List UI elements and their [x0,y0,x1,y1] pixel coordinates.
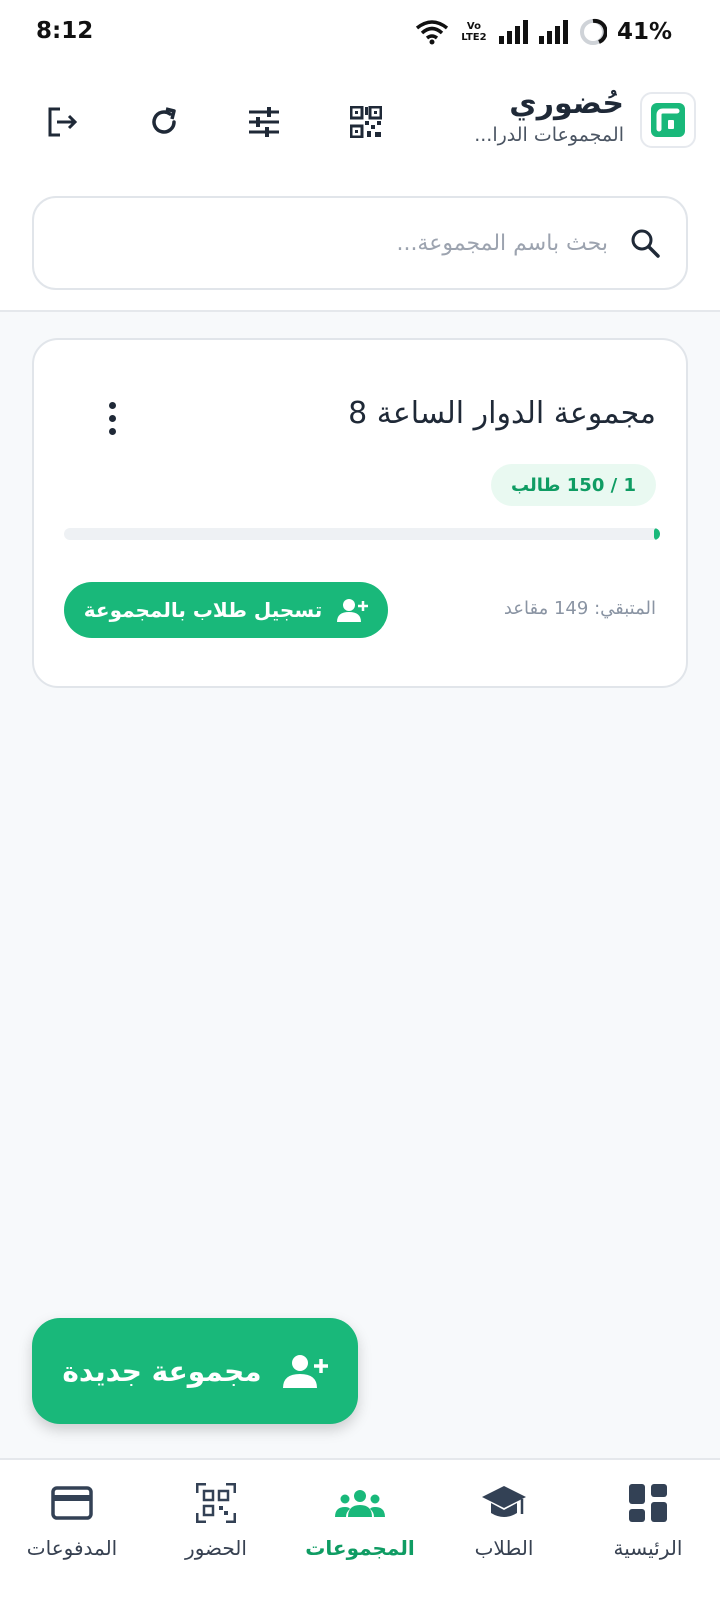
nav-label-payments: المدفوعات [26,1536,118,1560]
more-dot-icon [108,427,116,435]
add-user-icon [282,1355,328,1388]
search-box[interactable] [32,196,688,290]
nav-label-students: الطلاب [474,1536,534,1560]
remaining-seats: المتبقي: 149 مقاعد [503,598,656,619]
bottom-nav: الرئيسية الطلاب المجموعات الحضور المدفوع… [0,1458,720,1612]
nav-item-students[interactable]: الطلاب [432,1478,576,1578]
nav-label-home: الرئيسية [613,1536,683,1560]
group-name: مجموعة الدوار الساعة 8 [348,396,656,431]
qr-code-button[interactable] [340,96,392,148]
app-title: حُضوري [509,86,624,121]
status-icons: Vo LTE2 41% [415,16,672,48]
nav-item-home[interactable]: الرئيسية [576,1478,720,1578]
student-count-chip: 1 / 150 طالب [490,464,656,506]
group-card[interactable]: مجموعة الدوار الساعة 8 1 / 150 طالب المت… [32,338,688,688]
search-input[interactable] [60,213,608,273]
logo-icon [651,103,685,137]
refresh-button[interactable] [138,96,190,148]
graduation-cap-icon [482,1486,526,1517]
new-group-button[interactable]: مجموعة جديدة [32,1318,358,1424]
signal-icon-2 [538,20,568,44]
nav-item-attendance[interactable]: الحضور [144,1478,288,1578]
more-options-button[interactable] [92,394,132,442]
logout-icon [48,107,78,137]
groups-icon [335,1490,385,1517]
nav-item-payments[interactable]: المدفوعات [0,1478,144,1578]
app-header: حُضوري المجموعات الدرا... [0,64,720,312]
new-group-label: مجموعة جديدة [62,1354,262,1388]
app-logo [640,92,696,148]
battery-percent: 41% [616,19,672,45]
signal-icon [498,20,528,44]
qr-scan-icon [196,1483,236,1523]
dashboard-icon [629,1484,667,1522]
network-label: Vo LTE2 [461,21,487,43]
battery-icon [579,18,607,45]
qr-code-icon [350,106,382,138]
credit-card-icon [51,1486,93,1520]
more-dot-icon [108,401,116,409]
capacity-progress-fill [654,528,660,540]
capacity-progress [64,528,660,540]
more-dot-icon [108,414,116,422]
status-time: 8:12 [36,18,94,44]
volte-icon: Vo LTE2 [459,21,489,43]
register-students-button[interactable]: تسجيل طلاب بالمجموعة [64,582,388,638]
search-icon [631,229,660,258]
status-bar: 8:12 Vo LTE2 41% [0,0,720,64]
nav-label-groups: المجموعات [305,1536,415,1560]
add-user-icon [337,599,369,622]
filter-button[interactable] [238,96,290,148]
wifi-icon [415,20,449,45]
nav-item-groups[interactable]: المجموعات [288,1478,432,1578]
app-subtitle: المجموعات الدرا... [474,124,624,146]
sliders-icon [249,107,279,137]
logout-button[interactable] [36,96,88,148]
register-students-label: تسجيل طلاب بالمجموعة [83,598,323,622]
refresh-icon [152,107,176,134]
nav-label-attendance: الحضور [185,1536,247,1560]
